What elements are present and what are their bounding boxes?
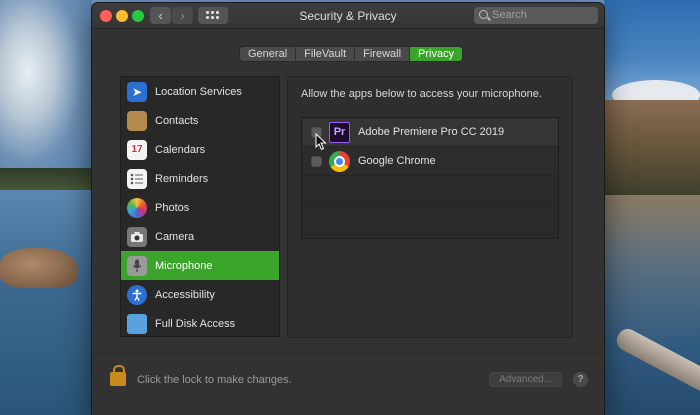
accessibility-icon (127, 284, 147, 305)
help-button[interactable]: ? (573, 372, 588, 387)
desktop-wallpaper-rock (0, 248, 78, 288)
title-bar: ‹ › Security & Privacy Search (92, 3, 604, 29)
service-label: Location Services (155, 85, 242, 98)
service-item-full-disk-access[interactable]: Full Disk Access (121, 309, 279, 336)
desktop-wallpaper-forest (604, 100, 700, 195)
service-label: Contacts (155, 114, 199, 127)
security-privacy-window: ‹ › Security & Privacy Search General Fi… (92, 3, 604, 415)
chrome-icon (329, 150, 350, 172)
service-item-reminders[interactable]: Reminders (121, 164, 279, 193)
folder-icon (127, 313, 147, 334)
microphone-icon (127, 255, 147, 276)
desktop-wallpaper-left-sky (0, 0, 92, 180)
calendar-icon: 17 (127, 139, 147, 160)
app-permission-checkbox[interactable] (311, 155, 322, 167)
desktop-wallpaper-left-lake (0, 190, 92, 415)
microphone-permissions-panel: Allow the apps below to access your micr… (287, 76, 573, 338)
photos-flower-icon (127, 197, 147, 218)
reminders-list-icon (127, 168, 147, 189)
service-label: Reminders (155, 172, 209, 185)
camera-icon (127, 226, 147, 247)
premiere-pro-icon: Pr (329, 121, 350, 143)
service-label: Camera (155, 230, 195, 243)
app-row-google-chrome[interactable]: Google Chrome (302, 147, 558, 176)
tab-firewall[interactable]: Firewall (355, 47, 411, 61)
location-arrow-icon: ➤ (127, 81, 147, 102)
footer-bar: Click the lock to make changes. Advanced… (92, 353, 604, 415)
service-label: Photos (155, 201, 190, 214)
empty-list-row (302, 205, 558, 234)
service-label: Calendars (155, 143, 206, 156)
empty-list-row (302, 176, 558, 205)
lock-instructions: Click the lock to make changes. (137, 374, 292, 386)
tab-filevault[interactable]: FileVault (296, 47, 356, 61)
app-name: Adobe Premiere Pro CC 2019 (358, 126, 505, 138)
lock-icon[interactable] (110, 365, 126, 386)
app-name: Google Chrome (358, 155, 436, 167)
service-label: Accessibility (155, 288, 215, 301)
tab-privacy[interactable]: Privacy (410, 47, 463, 61)
service-item-location-services[interactable]: ➤ Location Services (121, 77, 279, 106)
search-field[interactable]: Search (474, 7, 598, 24)
service-label: Microphone (155, 259, 213, 272)
privacy-tab-bar: General FileVault Firewall Privacy (239, 46, 464, 62)
privacy-services-list: ➤ Location Services Contacts 17 Calendar… (120, 76, 280, 337)
app-permission-list: Pr Adobe Premiere Pro CC 2019 Google Chr… (301, 117, 559, 239)
service-item-contacts[interactable]: Contacts (121, 106, 279, 135)
search-icon (479, 10, 488, 19)
service-item-photos[interactable]: Photos (121, 193, 279, 222)
service-label: Full Disk Access (155, 317, 236, 330)
service-item-calendars[interactable]: 17 Calendars (121, 135, 279, 164)
advanced-button[interactable]: Advanced... (489, 372, 562, 387)
desktop-wallpaper-left-shore (0, 168, 92, 192)
app-row-adobe-premiere[interactable]: Pr Adobe Premiere Pro CC 2019 (302, 118, 558, 147)
service-item-microphone[interactable]: Microphone (121, 251, 279, 280)
search-placeholder: Search (492, 9, 527, 21)
contacts-book-icon (127, 110, 147, 131)
panel-description: Allow the apps below to access your micr… (301, 88, 542, 100)
tab-general[interactable]: General (240, 47, 297, 61)
service-item-accessibility[interactable]: Accessibility (121, 280, 279, 309)
service-item-camera[interactable]: Camera (121, 222, 279, 251)
